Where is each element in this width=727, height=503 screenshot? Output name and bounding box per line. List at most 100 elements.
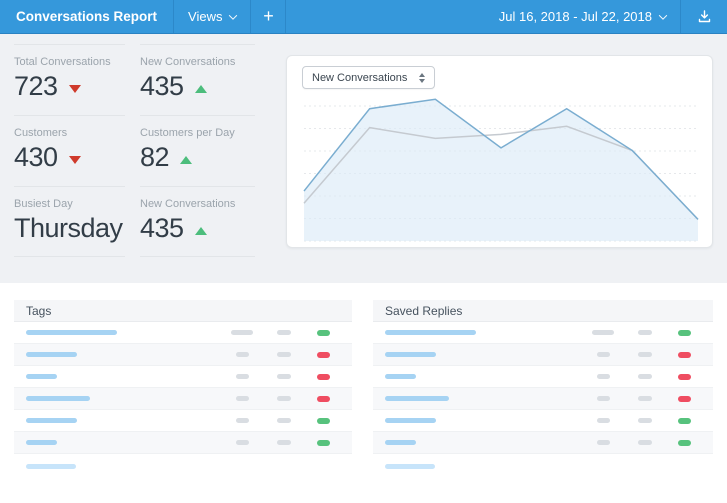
table-header: Saved Replies bbox=[373, 300, 713, 322]
metric-skeleton-pill bbox=[277, 396, 291, 401]
name-skeleton-bar bbox=[26, 440, 57, 445]
stat-value: Thursday bbox=[14, 213, 123, 244]
name-skeleton-bar bbox=[26, 396, 90, 401]
metric-skeleton-pill bbox=[236, 418, 249, 423]
table-row[interactable] bbox=[373, 388, 713, 410]
trend-down-icon bbox=[69, 85, 81, 93]
status-pill-negative bbox=[678, 352, 691, 358]
status-pill-positive bbox=[317, 330, 330, 336]
name-skeleton-bar bbox=[385, 352, 436, 357]
metric-skeleton-pill bbox=[277, 374, 291, 379]
name-skeleton-bar bbox=[26, 418, 77, 423]
trend-up-icon bbox=[195, 85, 207, 93]
metric-skeleton-pill bbox=[277, 352, 291, 357]
date-range-picker[interactable]: Jul 16, 2018 - Jul 22, 2018 bbox=[485, 0, 680, 33]
status-pill-negative bbox=[678, 396, 691, 402]
stat-label: New Conversations bbox=[140, 198, 255, 210]
views-menu-button[interactable]: Views bbox=[174, 0, 250, 33]
metric-select[interactable]: New Conversations bbox=[302, 66, 435, 89]
top-nav-bar: Conversations Report Views + Jul 16, 201… bbox=[0, 0, 727, 34]
metric-select-value: New Conversations bbox=[312, 72, 407, 84]
stat-label: New Conversations bbox=[140, 56, 255, 68]
metric-skeleton-pill bbox=[597, 374, 610, 379]
stat-value: 435 bbox=[140, 71, 184, 102]
status-pill-positive bbox=[678, 418, 691, 424]
stat-customers-per-day: Customers per Day 82 bbox=[140, 115, 255, 186]
table-row[interactable] bbox=[373, 432, 713, 454]
metric-skeleton-pill bbox=[597, 440, 610, 445]
name-skeleton-bar bbox=[26, 330, 117, 335]
table-rows bbox=[373, 322, 713, 454]
chevron-down-icon bbox=[229, 11, 237, 19]
trend-down-icon bbox=[69, 156, 81, 164]
table-row[interactable] bbox=[14, 410, 352, 432]
stat-value: 82 bbox=[140, 142, 169, 173]
stat-customers: Customers 430 bbox=[14, 115, 125, 186]
page-title: Conversations Report bbox=[0, 0, 173, 33]
view-all-link-skeleton bbox=[26, 464, 76, 469]
table-header: Tags bbox=[14, 300, 352, 322]
table-row[interactable] bbox=[373, 366, 713, 388]
stat-value: 435 bbox=[140, 213, 184, 244]
stats-panel: Total Conversations 723 New Conversation… bbox=[14, 44, 255, 257]
stat-value: 430 bbox=[14, 142, 58, 173]
metric-skeleton-pill bbox=[236, 374, 249, 379]
table-row[interactable] bbox=[373, 322, 713, 344]
metric-skeleton-pill bbox=[236, 352, 249, 357]
stat-value: 723 bbox=[14, 71, 58, 102]
table-row[interactable] bbox=[373, 410, 713, 432]
table-row[interactable] bbox=[14, 432, 352, 454]
metric-skeleton-pill bbox=[638, 330, 652, 335]
name-skeleton-bar bbox=[385, 418, 436, 423]
status-pill-positive bbox=[678, 330, 691, 336]
metric-skeleton-pill bbox=[592, 330, 614, 335]
metric-skeleton-pill bbox=[638, 440, 652, 445]
chart-area-fill bbox=[304, 99, 698, 241]
table-footer-link[interactable] bbox=[373, 454, 713, 478]
status-pill-negative bbox=[317, 352, 330, 358]
stat-new-conversations: New Conversations 435 bbox=[140, 44, 255, 115]
line-area-chart bbox=[287, 96, 714, 246]
summary-section: Total Conversations 723 New Conversation… bbox=[0, 34, 727, 283]
name-skeleton-bar bbox=[26, 352, 77, 357]
table-row[interactable] bbox=[14, 344, 352, 366]
conversations-report-page: Conversations Report Views + Jul 16, 201… bbox=[0, 0, 727, 503]
stat-label: Customers bbox=[14, 127, 125, 139]
status-pill-negative bbox=[678, 374, 691, 380]
table-row[interactable] bbox=[14, 366, 352, 388]
table-footer-link[interactable] bbox=[14, 454, 352, 478]
status-pill-negative bbox=[317, 374, 330, 380]
trend-up-icon bbox=[180, 156, 192, 164]
status-pill-positive bbox=[317, 418, 330, 424]
name-skeleton-bar bbox=[385, 396, 449, 401]
metric-skeleton-pill bbox=[638, 396, 652, 401]
stat-label: Total Conversations bbox=[14, 56, 125, 68]
table-row[interactable] bbox=[373, 344, 713, 366]
name-skeleton-bar bbox=[26, 374, 57, 379]
table-row[interactable] bbox=[14, 322, 352, 344]
stat-total-conversations: Total Conversations 723 bbox=[14, 44, 125, 115]
stat-label: Busiest Day bbox=[14, 198, 125, 210]
metric-skeleton-pill bbox=[597, 396, 610, 401]
table-row[interactable] bbox=[14, 388, 352, 410]
metric-skeleton-pill bbox=[277, 330, 291, 335]
metric-skeleton-pill bbox=[277, 418, 291, 423]
select-up-down-arrows-icon bbox=[419, 73, 425, 83]
export-button[interactable] bbox=[681, 0, 727, 33]
status-pill-positive bbox=[317, 440, 330, 446]
metric-skeleton-pill bbox=[236, 396, 249, 401]
metric-skeleton-pill bbox=[236, 440, 249, 445]
name-skeleton-bar bbox=[385, 440, 416, 445]
stat-new-conversations-2: New Conversations 435 bbox=[140, 186, 255, 257]
saved-replies-table: Saved Replies bbox=[373, 300, 713, 478]
metric-skeleton-pill bbox=[277, 440, 291, 445]
metric-skeleton-pill bbox=[597, 352, 610, 357]
metric-skeleton-pill bbox=[231, 330, 253, 335]
status-pill-negative bbox=[317, 396, 330, 402]
chart-card: New Conversations bbox=[286, 55, 713, 248]
date-range-label: Jul 16, 2018 - Jul 22, 2018 bbox=[499, 9, 652, 24]
add-view-button[interactable]: + bbox=[251, 0, 285, 33]
metric-skeleton-pill bbox=[638, 352, 652, 357]
table-title: Tags bbox=[26, 304, 51, 318]
topbar-spacer bbox=[286, 0, 484, 33]
